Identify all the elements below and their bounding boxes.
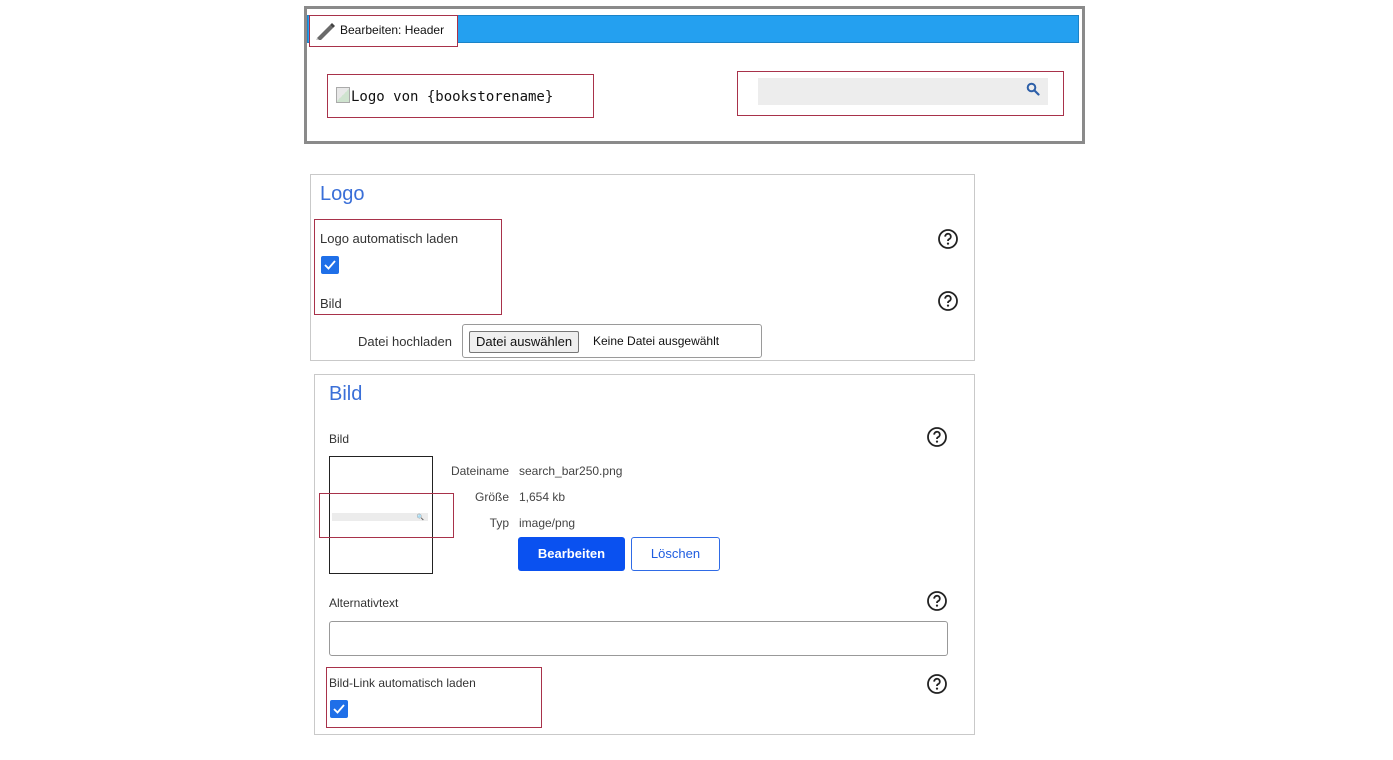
logo-section-title: Logo [320,183,365,205]
link-auto-load-checkbox[interactable] [330,700,348,718]
pencil-icon [316,23,335,40]
file-status-text: Keine Datei ausgewählt [593,334,720,348]
logo-auto-load-checkbox[interactable] [321,256,339,274]
help-icon[interactable] [926,673,948,695]
logo-image: Logo von {bookstorename} [336,87,553,105]
header-search-area[interactable] [737,71,1064,116]
meta-key-size: Größe [474,490,509,504]
file-upload-input[interactable]: Datei auswählen Keine Datei ausgewählt [462,324,762,358]
help-icon[interactable] [937,290,959,312]
link-auto-load-label: Bild-Link automatisch laden [329,676,476,690]
meta-value-size: 1,654 kb [519,490,566,504]
meta-value-type: image/png [519,516,576,530]
meta-value-filename: search_bar250.png [519,464,623,478]
search-bar-preview [758,78,1048,105]
checkmark-icon [324,260,336,270]
delete-image-button[interactable]: Löschen [631,537,720,571]
edit-header-tab[interactable]: Bearbeiten: Header [309,15,458,47]
alt-text-label: Alternativtext [329,596,399,610]
image-label: Bild [329,432,350,446]
meta-key-type: Typ [489,516,509,530]
logo-auto-load-label: Logo automatisch laden [320,231,459,246]
image-section-title: Bild [329,383,363,405]
help-icon[interactable] [926,426,948,448]
edit-image-button[interactable]: Bearbeiten [518,537,625,571]
upload-label: Datei hochladen [358,334,452,349]
alt-text-input[interactable] [329,621,948,656]
logo-image-label: Bild [320,296,342,311]
choose-file-button[interactable]: Datei auswählen [469,331,580,353]
help-icon[interactable] [926,590,948,612]
meta-key-filename: Dateiname [450,464,509,478]
checkmark-icon [333,704,345,714]
logo-alt-text: Logo von {bookstorename} [351,89,554,105]
broken-image-icon [336,87,350,103]
header-logo-area[interactable]: Logo von {bookstorename} [327,74,594,118]
edit-tab-label: Bearbeiten: Header [340,23,445,37]
help-icon[interactable] [937,228,959,250]
search-icon [1026,82,1040,96]
